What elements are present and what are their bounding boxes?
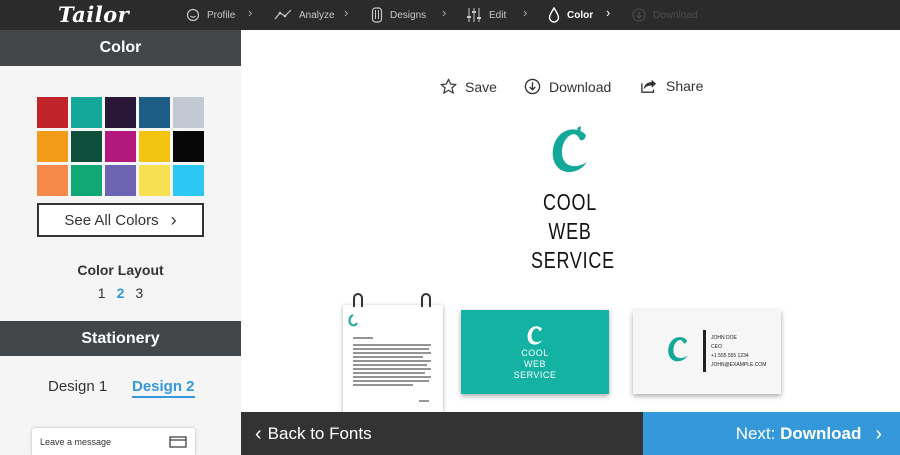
logo-line-1: COOL [543, 189, 597, 215]
layout-option-3[interactable]: 3 [135, 285, 143, 301]
card-logo-line-3: SERVICE [513, 370, 557, 380]
stationery-section-header: Stationery [0, 321, 241, 356]
binder-clip-icon [353, 293, 363, 307]
color-layout-title: Color Layout [77, 262, 164, 278]
card-logo-line-2: WEB [523, 359, 546, 369]
smiley-icon [186, 8, 200, 22]
color-swatch[interactable] [139, 97, 170, 128]
color-swatch[interactable] [173, 131, 204, 162]
logo-preview: COOL WEB SERVICE [520, 124, 620, 275]
business-card-back[interactable]: JOHN DOE CEO +1 555 555 1234 JOHN@EXAMPL… [633, 310, 781, 394]
next-target: Download [780, 423, 862, 443]
top-nav-bar: Tailor Profile › Analyze › Designs › Edi… [0, 0, 900, 30]
step-profile[interactable]: Profile [186, 0, 235, 30]
chevron-right-icon: › [170, 209, 177, 230]
save-label: Save [465, 78, 497, 95]
step-edit[interactable]: Edit [466, 0, 506, 30]
download-icon [524, 78, 541, 95]
step-label: Analyze [299, 9, 335, 21]
sliders-icon [467, 8, 481, 22]
design-1-option[interactable]: Design 1 [48, 378, 107, 395]
layout-option-2[interactable]: 2 [117, 285, 125, 301]
download-button[interactable]: Download [524, 78, 611, 95]
card-name: JOHN DOE [711, 335, 737, 341]
chevron-right-icon: › [606, 5, 611, 20]
brand-logo[interactable]: Tailor [58, 2, 129, 27]
next-label: Next: Download [736, 424, 862, 444]
share-icon [641, 79, 657, 93]
color-swatch[interactable] [105, 97, 136, 128]
step-designs[interactable]: Designs [371, 0, 426, 30]
share-label: Share [666, 78, 704, 94]
step-label: Profile [207, 9, 236, 21]
chevron-right-icon: › [523, 5, 528, 20]
next-prefix: Next: [735, 423, 776, 443]
see-all-colors-button[interactable]: See All Colors › [37, 203, 204, 237]
card-title: CEO [711, 344, 722, 350]
brush-c-logo [668, 337, 688, 362]
logo-wordmark: COOL WEB SERVICE [531, 188, 615, 275]
next-download-button[interactable]: Next: Download › [643, 412, 900, 455]
leave-message-label: Leave a message [40, 436, 112, 447]
design-2-option[interactable]: Design 2 [132, 378, 195, 398]
card-divider [703, 330, 706, 372]
brush-c-logo [552, 126, 587, 172]
star-icon [440, 78, 457, 94]
card-email: JOHN@EXAMPLE.COM [711, 362, 767, 368]
color-swatch[interactable] [37, 131, 68, 162]
color-swatch[interactable] [37, 165, 68, 196]
back-to-fonts-button[interactable]: ‹ Back to Fonts [241, 412, 643, 455]
leave-message-widget[interactable]: Leave a message [32, 428, 195, 455]
step-label: Color [567, 9, 594, 21]
color-swatch[interactable] [173, 97, 204, 128]
step-download: Download [632, 0, 697, 30]
back-label: Back to Fonts [267, 423, 372, 443]
layout-option-1[interactable]: 1 [98, 285, 106, 301]
step-label: Edit [489, 9, 507, 21]
color-swatch[interactable] [71, 97, 102, 128]
color-swatch[interactable] [71, 131, 102, 162]
logo-line-3: SERVICE [531, 247, 615, 273]
color-swatch[interactable] [105, 131, 136, 162]
color-swatch[interactable] [105, 165, 136, 196]
color-swatch[interactable] [37, 97, 68, 128]
see-all-label: See All Colors [64, 211, 159, 229]
designs-icon [371, 7, 383, 23]
chevron-right-icon: › [248, 5, 253, 20]
sidebar: Color See All Colors › Color Layout 1 2 … [0, 30, 241, 455]
color-swatch[interactable] [71, 165, 102, 196]
color-swatch[interactable] [139, 165, 170, 196]
chevron-left-icon: ‹ [255, 422, 262, 445]
business-card-front[interactable]: COOL WEB SERVICE [461, 310, 609, 394]
card-phone: +1 555 555 1234 [711, 353, 749, 359]
binder-clip-icon [421, 293, 431, 307]
step-analyze[interactable]: Analyze [274, 0, 335, 30]
message-icon [169, 435, 187, 448]
chevron-right-icon: › [875, 422, 882, 445]
color-section-header: Color [0, 30, 241, 66]
chevron-right-icon: › [442, 5, 447, 20]
download-label: Download [549, 78, 612, 95]
letterhead-preview[interactable] [343, 293, 443, 412]
analyze-icon [274, 9, 292, 20]
color-layout-options: 1 2 3 [0, 285, 241, 301]
color-swatch[interactable] [173, 165, 204, 196]
card-contact: JOHN DOE CEO +1 555 555 1234 JOHN@EXAMPL… [711, 334, 766, 370]
brush-c-logo [527, 326, 543, 345]
chevron-right-icon: › [344, 5, 349, 20]
step-color[interactable]: Color [548, 0, 593, 30]
letter-content [348, 314, 431, 402]
droplet-icon [548, 7, 560, 23]
save-button[interactable]: Save [440, 78, 497, 95]
step-label: Download [653, 9, 698, 21]
share-button[interactable]: Share [640, 78, 703, 94]
logo-line-2: WEB [548, 218, 592, 244]
card-logo-line-1: COOL [521, 348, 549, 358]
step-label: Designs [390, 9, 427, 21]
download-icon [632, 8, 646, 22]
color-swatch[interactable] [139, 131, 170, 162]
